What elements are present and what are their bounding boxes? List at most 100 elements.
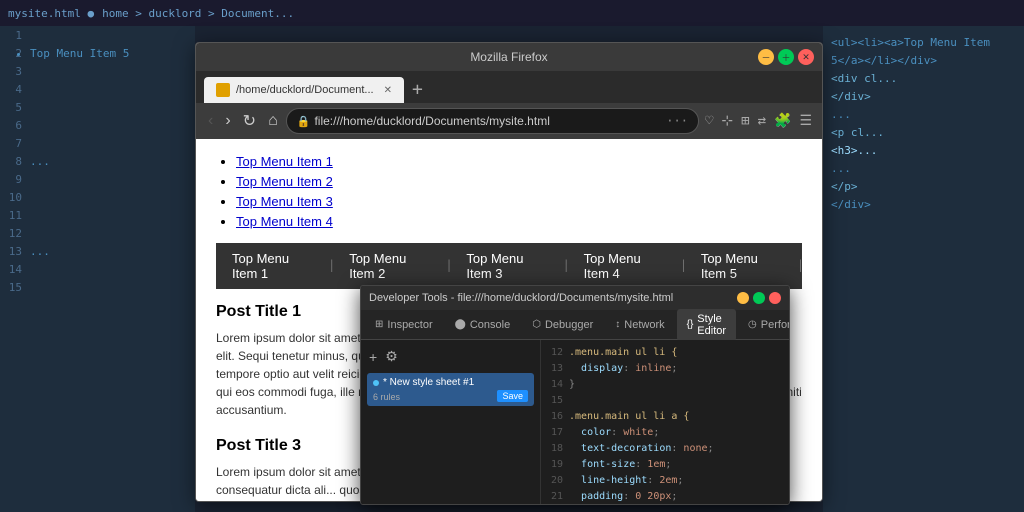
- line-text-19: font-size: 1em;: [569, 459, 671, 470]
- browser-tab[interactable]: /home/ducklord/Document... ✕: [204, 77, 404, 103]
- devtools-controls[interactable]: [737, 292, 781, 304]
- style-editor-icon: {}: [687, 319, 694, 330]
- menu-icon[interactable]: ☰: [797, 111, 814, 131]
- tab-console[interactable]: ⬤ Console: [445, 315, 521, 335]
- firefox-toolbar: ‹ › ↻ ⌂ 🔒 file:///home/ducklord/Document…: [196, 103, 822, 139]
- new-tab-button[interactable]: +: [404, 77, 431, 103]
- line-num-21: 21: [541, 491, 569, 502]
- line-num-20: 20: [541, 475, 569, 486]
- tab-network[interactable]: ↕ Network: [605, 315, 674, 335]
- tab-favicon: [216, 83, 230, 97]
- nav-item-3[interactable]: Top Menu Item 3: [450, 243, 564, 289]
- back-button[interactable]: ‹: [204, 110, 217, 132]
- nav-sep-5: |: [799, 258, 802, 274]
- save-stylesheet-button[interactable]: Save: [497, 390, 528, 402]
- line-num-18: 18: [541, 443, 569, 454]
- nav-item-2[interactable]: Top Menu Item 2: [333, 243, 447, 289]
- home-button[interactable]: ⌂: [264, 110, 282, 132]
- tab-close-button[interactable]: ✕: [384, 85, 392, 96]
- bookmark-heart-icon[interactable]: ♡: [703, 111, 715, 131]
- code-editor-panel[interactable]: 12 .menu.main ul li { 13 display: inline…: [541, 340, 789, 504]
- inspector-icon: ⊞: [375, 319, 383, 330]
- performance-icon: ◷: [748, 319, 757, 330]
- tab-performance[interactable]: ◷ Performance: [738, 315, 790, 335]
- panel-toolbar: + ⚙: [367, 346, 534, 367]
- code-line-14: 14 }: [541, 376, 789, 392]
- tab-style-editor-label: Style Editor: [697, 313, 726, 337]
- import-stylesheet-button[interactable]: ⚙: [383, 346, 400, 367]
- stylesheet-label: * New style sheet #1: [383, 377, 474, 388]
- tab-label: /home/ducklord/Document...: [236, 84, 374, 96]
- code-line-21: 21 padding: 0 20px;: [541, 488, 789, 504]
- add-stylesheet-button[interactable]: +: [367, 347, 379, 367]
- ul-nav-item-4[interactable]: Top Menu Item 4: [236, 214, 333, 229]
- close-button[interactable]: ✕: [798, 49, 814, 65]
- firefox-title: Mozilla Firefox: [470, 50, 547, 64]
- bg-code-left: 12 Top Menu Item 53 4 5 6 7 8 ...9 10 11…: [0, 26, 195, 512]
- line-text-18: text-decoration: none;: [569, 443, 714, 454]
- tab-inspector[interactable]: ⊞ Inspector: [365, 315, 443, 335]
- extensions-icon[interactable]: 🧩: [772, 111, 793, 131]
- reload-button[interactable]: ↻: [239, 109, 260, 133]
- line-text-21: padding: 0 20px;: [569, 491, 677, 502]
- page-unordered-nav: Top Menu Item 1 Top Menu Item 2 Top Menu…: [216, 153, 802, 231]
- code-line-20: 20 line-height: 2em;: [541, 472, 789, 488]
- firefox-titlebar: Mozilla Firefox － ＋ ✕: [196, 43, 822, 71]
- forward-button[interactable]: ›: [221, 110, 234, 132]
- devtools-tabs: ⊞ Inspector ⬤ Console ⬡ Debugger ↕ Netwo…: [361, 310, 789, 340]
- line-num-14: 14: [541, 379, 569, 390]
- line-num-12: 12: [541, 347, 569, 358]
- ul-nav-item-3[interactable]: Top Menu Item 3: [236, 194, 333, 209]
- lock-icon: 🔒: [297, 115, 311, 128]
- bg-taskbar-filename: mysite.html ●: [8, 7, 94, 20]
- line-text-14: }: [569, 379, 575, 390]
- tab-inspector-label: Inspector: [387, 319, 432, 331]
- line-text-12: .menu.main ul li {: [569, 347, 677, 358]
- ul-nav-item-2[interactable]: Top Menu Item 2: [236, 174, 333, 189]
- stylesheet-dot: [373, 380, 379, 386]
- devtools-minimize[interactable]: [737, 292, 749, 304]
- tab-network-label: Network: [624, 319, 664, 331]
- stylesheet-rules-count: 6 rules: [373, 392, 400, 402]
- line-text-17: color: white;: [569, 427, 659, 438]
- debugger-icon: ⬡: [532, 319, 541, 330]
- line-num-19: 19: [541, 459, 569, 470]
- line-num-13: 13: [541, 363, 569, 374]
- tab-style-editor[interactable]: {} Style Editor: [677, 309, 736, 341]
- bg-taskbar: mysite.html ● home > ducklord > Document…: [0, 0, 1024, 26]
- code-line-12: 12 .menu.main ul li {: [541, 344, 789, 360]
- devtools-title: Developer Tools - file:///home/ducklord/…: [369, 292, 673, 304]
- maximize-button[interactable]: ＋: [778, 49, 794, 65]
- tab-debugger-label: Debugger: [545, 319, 593, 331]
- url-text: file:///home/ducklord/Documents/mysite.h…: [314, 114, 662, 128]
- code-line-17: 17 color: white;: [541, 424, 789, 440]
- toolbar-right-icons: ♡ ⊹ ⊞ ⇄ 🧩 ☰: [703, 111, 814, 131]
- reader-icon[interactable]: ⊞: [739, 111, 751, 131]
- firefox-tabbar: /home/ducklord/Document... ✕ +: [196, 71, 822, 103]
- tab-debugger[interactable]: ⬡ Debugger: [522, 315, 603, 335]
- bookmark-icon[interactable]: ⊹: [719, 111, 735, 131]
- nav-item-4[interactable]: Top Menu Item 4: [568, 243, 682, 289]
- line-num-17: 17: [541, 427, 569, 438]
- window-controls[interactable]: － ＋ ✕: [758, 49, 814, 65]
- sync-icon[interactable]: ⇄: [756, 111, 768, 131]
- devtools-titlebar: Developer Tools - file:///home/ducklord/…: [361, 286, 789, 310]
- address-bar[interactable]: 🔒 file:///home/ducklord/Documents/mysite…: [286, 108, 699, 134]
- devtools-maximize[interactable]: [753, 292, 765, 304]
- nav-item-5[interactable]: Top Menu Item 5: [685, 243, 799, 289]
- stylesheet-item[interactable]: * New style sheet #1 6 rules Save: [367, 373, 534, 406]
- tab-performance-label: Performance: [761, 319, 790, 331]
- line-text-20: line-height: 2em;: [569, 475, 683, 486]
- devtools-close[interactable]: [769, 292, 781, 304]
- bg-breadcrumb: home > ducklord > Document...: [102, 7, 294, 20]
- nav-item-1[interactable]: Top Menu Item 1: [216, 243, 330, 289]
- ul-nav-item-1[interactable]: Top Menu Item 1: [236, 154, 333, 169]
- line-text-16: .menu.main ul li a {: [569, 411, 689, 422]
- code-line-13: 13 display: inline;: [541, 360, 789, 376]
- network-icon: ↕: [615, 319, 620, 330]
- more-icon: ···: [666, 114, 688, 128]
- line-text-13: display: inline;: [569, 363, 677, 374]
- code-line-19: 19 font-size: 1em;: [541, 456, 789, 472]
- minimize-button[interactable]: －: [758, 49, 774, 65]
- stylesheet-name: * New style sheet #1: [373, 377, 528, 388]
